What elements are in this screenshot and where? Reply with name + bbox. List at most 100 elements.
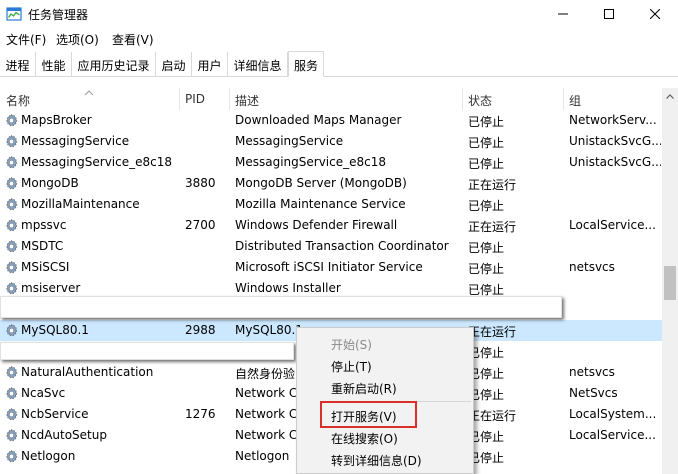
table-row[interactable]: MongoDB 3880 MongoDB Server (MongoDB) 正在运行 <box>0 173 662 194</box>
table-row[interactable]: MozillaMaintenance Mozilla Maintenance Se… <box>0 194 662 215</box>
gear-icon <box>4 281 19 296</box>
column-divider[interactable] <box>179 88 180 110</box>
gear-icon <box>4 155 19 170</box>
menu-view[interactable]: 查看(V) <box>112 31 154 48</box>
menu-item-start[interactable]: 开始(S) <box>297 332 473 354</box>
service-status: 已停止 <box>468 136 505 150</box>
gear-icon <box>4 386 19 401</box>
service-name: MessagingService_e8c18 <box>21 155 173 169</box>
column-divider[interactable] <box>229 88 230 110</box>
minimize-icon <box>558 13 568 15</box>
service-pid: 2988 <box>185 323 216 337</box>
minimize-button[interactable] <box>540 0 586 28</box>
service-name: NcdAutoSetup <box>21 428 107 442</box>
service-status: 已停止 <box>468 157 505 171</box>
tab-services[interactable]: 服务 <box>288 51 324 77</box>
task-manager-icon <box>6 6 22 22</box>
gear-icon <box>4 449 19 464</box>
scroll-thumb[interactable] <box>664 266 676 300</box>
gear-icon <box>4 134 19 149</box>
tab-performance[interactable]: 性能 <box>36 52 72 77</box>
sort-up-icon <box>84 85 94 99</box>
menu-item-search-online[interactable]: 在线搜索(O) <box>297 426 473 448</box>
service-name: NcbService <box>21 407 89 421</box>
column-description[interactable]: 描述 <box>235 92 259 109</box>
window-title: 任务管理器 <box>28 8 89 22</box>
gear-icon <box>4 260 19 275</box>
column-group[interactable]: 组 <box>569 92 581 109</box>
service-description: MessagingService <box>235 134 344 148</box>
service-description: Windows Defender Firewall <box>235 218 398 232</box>
service-name: NaturalAuthentication <box>21 365 154 379</box>
column-status[interactable]: 状态 <box>468 92 492 109</box>
menu-bar: 文件(F) 选项(O) 查看(V) <box>0 28 678 50</box>
table-row[interactable]: MSDTC Distributed Transaction Coordinator… <box>0 236 662 257</box>
service-name: MapsBroker <box>21 113 92 127</box>
column-name[interactable]: 名称 <box>6 92 30 109</box>
service-name: MSDTC <box>21 239 64 253</box>
service-name: MSiSCSI <box>21 260 70 274</box>
service-status: 正在运行 <box>468 325 517 339</box>
tab-startup[interactable]: 启动 <box>156 52 192 77</box>
service-name: MySQL80.1 <box>21 323 89 337</box>
tab-bar: 进程 性能 应用历史记录 启动 用户 详细信息 服务 <box>0 51 678 77</box>
tab-app-history[interactable]: 应用历史记录 <box>72 52 156 77</box>
title-bar: 任务管理器 <box>0 0 678 28</box>
service-status: 正在运行 <box>468 178 517 192</box>
menu-item-go-to-details[interactable]: 转到详细信息(D) <box>297 448 473 470</box>
tab-processes[interactable]: 进程 <box>0 52 36 77</box>
service-pid: 3880 <box>185 176 216 190</box>
service-group: UnistackSvcG... <box>569 134 661 148</box>
scroll-up-button[interactable] <box>662 88 678 104</box>
service-group: LocalService... <box>569 218 656 232</box>
gear-icon <box>4 428 19 443</box>
gear-icon <box>4 176 19 191</box>
tab-users[interactable]: 用户 <box>192 52 228 77</box>
menu-item-restart[interactable]: 重新启动(R) <box>297 376 473 398</box>
gear-icon <box>4 239 19 254</box>
gear-icon <box>4 323 19 338</box>
service-name: MozillaMaintenance <box>21 197 140 211</box>
chevron-up-icon <box>666 93 674 99</box>
table-row[interactable]: MSiSCSI Microsoft iSCSI Initiator Service… <box>0 257 662 278</box>
service-description: Microsoft iSCSI Initiator Service <box>235 260 423 274</box>
menu-item-stop[interactable]: 停止(T) <box>297 354 473 376</box>
gear-icon <box>4 218 19 233</box>
table-row[interactable]: MessagingService MessagingService 已停止 Unist… <box>0 131 662 152</box>
gear-icon <box>4 113 19 128</box>
tab-details[interactable]: 详细信息 <box>228 52 288 77</box>
service-group: LocalService... <box>569 428 656 442</box>
service-name: MessagingService <box>21 134 130 148</box>
maximize-button[interactable] <box>586 0 632 28</box>
service-status: 已停止 <box>468 346 505 360</box>
table-row[interactable]: MapsBroker Downloaded Maps Manager 已停止 Netw… <box>0 110 662 131</box>
menu-options[interactable]: 选项(O) <box>56 31 99 48</box>
table-row[interactable]: mpssvc 2700 Windows Defender Firewall 正在运行 L… <box>0 215 662 236</box>
table-row[interactable]: MessagingService_e8c18 MessagingService_e… <box>0 152 662 173</box>
service-group: netsvcs <box>569 260 615 274</box>
service-status: 已停止 <box>468 115 505 129</box>
service-group: NetSvcs <box>569 386 618 400</box>
service-description: MongoDB Server (MongoDB) <box>235 176 407 190</box>
vertical-scrollbar[interactable] <box>662 88 678 474</box>
close-button[interactable] <box>632 0 678 28</box>
service-name: mpssvc <box>21 218 67 232</box>
service-group: LocalSystem... <box>569 407 657 421</box>
column-divider[interactable] <box>563 88 564 110</box>
column-pid[interactable]: PID <box>185 92 205 106</box>
service-status: 已停止 <box>468 367 505 381</box>
service-description: Windows Installer <box>235 281 341 295</box>
gear-icon <box>4 365 19 380</box>
service-pid: 2700 <box>185 218 216 232</box>
highlight-annotation <box>320 401 417 428</box>
tooltip <box>0 342 294 360</box>
service-description: MessagingService_e8c18 <box>235 155 387 169</box>
service-name: Netlogon <box>21 449 76 463</box>
menu-file[interactable]: 文件(F) <box>6 31 46 48</box>
service-status: 已停止 <box>468 199 505 213</box>
service-name: NcaSvc <box>21 386 66 400</box>
gear-icon <box>4 407 19 422</box>
service-group: UnistackSvcG... <box>569 155 661 169</box>
close-icon <box>650 9 660 19</box>
column-divider[interactable] <box>462 88 463 110</box>
